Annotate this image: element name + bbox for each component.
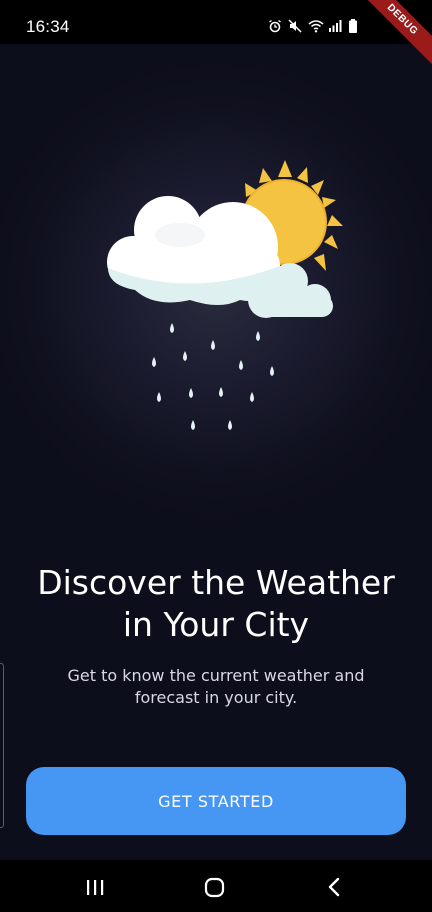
page-title: Discover the Weather in Your City	[0, 562, 432, 646]
signal-icon	[328, 19, 342, 33]
get-started-button[interactable]: GET STARTED	[26, 767, 406, 835]
subtitle-line-2: forecast in your city.	[134, 688, 298, 707]
page-subtitle: Get to know the current weather and fore…	[40, 665, 392, 709]
status-time: 16:34	[26, 17, 70, 36]
subtitle-line-1: Get to know the current weather and	[67, 666, 365, 685]
battery-icon	[348, 19, 362, 33]
onboarding-screen: 16:34 DEBUG Discover the Weather in Your…	[0, 0, 432, 912]
navigation-bar	[0, 860, 432, 912]
home-icon[interactable]	[202, 874, 228, 900]
mute-icon	[288, 19, 302, 33]
recent-apps-icon[interactable]	[82, 874, 108, 900]
status-bar: 16:34	[0, 0, 432, 44]
sun-cloud-rain-icon	[100, 150, 360, 450]
title-line-2: in Your City	[122, 605, 310, 644]
alarm-icon	[268, 19, 282, 33]
status-icons	[268, 18, 362, 34]
wifi-icon	[308, 19, 324, 33]
edge-panel-handle[interactable]	[0, 663, 4, 828]
title-line-1: Discover the Weather	[37, 563, 395, 602]
back-icon[interactable]	[322, 874, 348, 900]
